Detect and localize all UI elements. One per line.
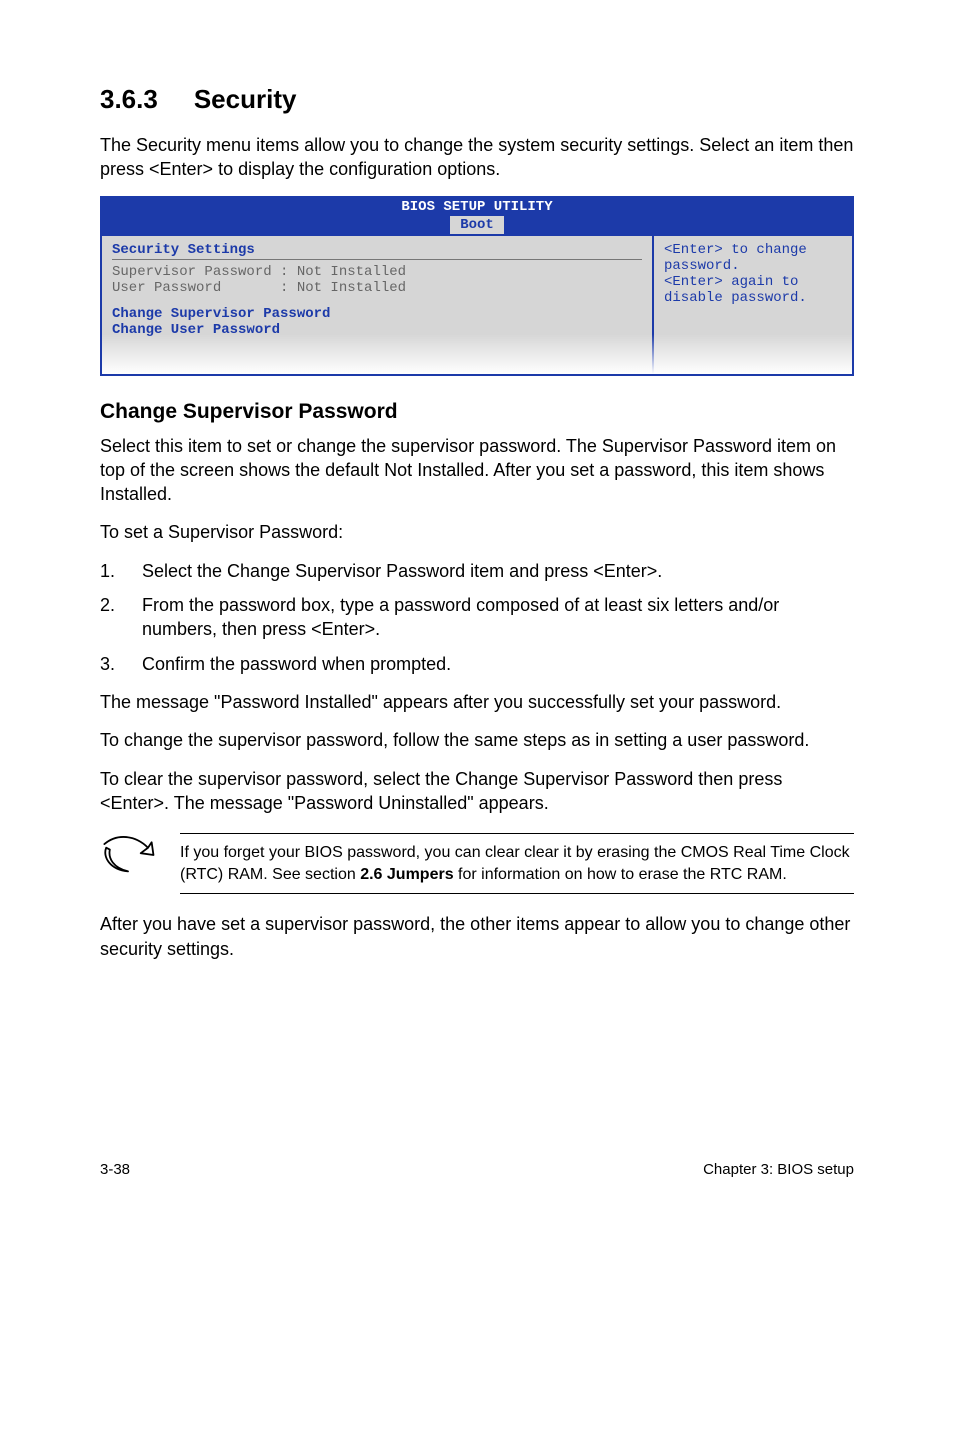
- paragraph: To change the supervisor password, follo…: [100, 728, 854, 752]
- bios-link-change-user: Change User Password: [112, 322, 642, 338]
- step-item: 1. Select the Change Supervisor Password…: [100, 559, 854, 583]
- paragraph: To clear the supervisor password, select…: [100, 767, 854, 816]
- paragraph: After you have set a supervisor password…: [100, 912, 854, 961]
- intro-paragraph: The Security menu items allow you to cha…: [100, 133, 854, 182]
- step-item: 2. From the password box, type a passwor…: [100, 593, 854, 642]
- page-footer: 3-38 Chapter 3: BIOS setup: [100, 1161, 854, 1178]
- paragraph: To set a Supervisor Password:: [100, 520, 854, 544]
- subsection-heading: Change Supervisor Password: [100, 400, 854, 424]
- bios-tab-boot: Boot: [450, 216, 504, 234]
- note-bold: 2.6 Jumpers: [360, 866, 453, 883]
- paragraph: Select this item to set or change the su…: [100, 434, 854, 507]
- step-number: 3.: [100, 652, 142, 676]
- bios-tab-row: Boot: [100, 215, 854, 236]
- bios-help-line: password.: [664, 258, 842, 274]
- step-text: From the password box, type a password c…: [142, 593, 854, 642]
- bios-screenshot: BIOS SETUP UTILITY Boot Security Setting…: [100, 196, 854, 376]
- bios-help-line: <Enter> again to: [664, 274, 842, 290]
- section-title-text: Security: [194, 84, 297, 114]
- note-icon: [100, 833, 180, 880]
- paragraph: The message "Password Installed" appears…: [100, 690, 854, 714]
- bios-left-panel: Security Settings Supervisor Password : …: [102, 236, 652, 374]
- step-item: 3. Confirm the password when prompted.: [100, 652, 854, 676]
- bios-section-title: Security Settings: [112, 242, 642, 260]
- bios-title: BIOS SETUP UTILITY: [100, 196, 854, 215]
- spacer: [112, 296, 642, 306]
- bios-body: Security Settings Supervisor Password : …: [100, 236, 854, 376]
- page: 3.6.3 Security The Security menu items al…: [0, 0, 954, 1238]
- steps-list: 1. Select the Change Supervisor Password…: [100, 559, 854, 676]
- bios-row-user: User Password : Not Installed: [112, 280, 642, 296]
- bios-row-supervisor: Supervisor Password : Not Installed: [112, 264, 642, 280]
- note-post: for information on how to erase the RTC …: [454, 866, 787, 883]
- section-number: 3.6.3: [100, 84, 158, 115]
- bios-help-panel: <Enter> to change password. <Enter> agai…: [652, 236, 852, 374]
- note-block: If you forget your BIOS password, you ca…: [100, 833, 854, 894]
- step-number: 1.: [100, 559, 142, 583]
- step-text: Confirm the password when prompted.: [142, 652, 854, 676]
- footer-chapter: Chapter 3: BIOS setup: [703, 1161, 854, 1178]
- footer-page-number: 3-38: [100, 1161, 130, 1178]
- bios-help-line: disable password.: [664, 290, 842, 306]
- step-text: Select the Change Supervisor Password it…: [142, 559, 854, 583]
- bios-link-change-supervisor: Change Supervisor Password: [112, 306, 642, 322]
- section-heading: 3.6.3 Security: [100, 84, 854, 115]
- bios-help-line: <Enter> to change: [664, 242, 842, 258]
- step-number: 2.: [100, 593, 142, 642]
- note-text: If you forget your BIOS password, you ca…: [180, 833, 854, 894]
